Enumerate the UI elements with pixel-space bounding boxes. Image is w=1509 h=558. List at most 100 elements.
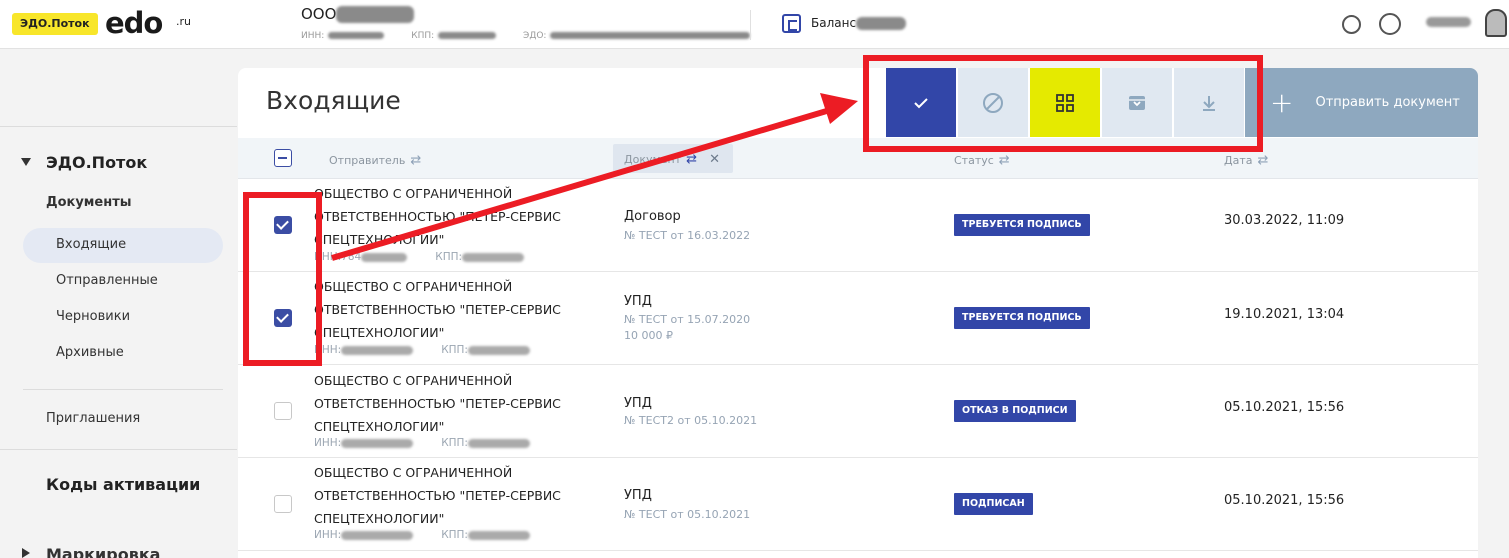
inn-label: ИНН: [314,437,342,449]
column-header-sender[interactable]: Отправитель ⇄ [329,153,421,168]
redacted-inn [328,32,385,39]
sender-line: СПЕЦТЕХНОЛОГИИ" [314,232,445,247]
sender-meta: ИНН: КПП: [314,529,530,541]
edo-label: ЭДО: [523,31,547,41]
balance-label: Баланс [811,16,857,30]
kpp-label: КПП: [441,437,468,449]
sender-line: ОТВЕТСТВЕННОСТЬЮ "ПЕТЕР-СЕРВИС [314,302,561,317]
sender-line: ОБЩЕСТВО С ОГРАНИЧЕННОЙ [314,186,513,201]
sender-line: СПЕЦТЕХНОЛОГИИ" [314,419,445,434]
status-badge: ТРЕБУЕТСЯ ПОДПИСЬ [954,307,1090,329]
kpp-label: КПП: [435,251,463,263]
sidebar-item-sent[interactable]: Отправленные [56,273,158,288]
sidebar-item-incoming[interactable]: Входящие [56,237,126,252]
status-badge: ПОДПИСАН [954,493,1033,515]
redacted-edo-id [550,32,751,39]
page-title: Входящие [266,86,401,115]
document-date: 05.10.2021, 15:56 [1224,400,1345,415]
status-badge: ТРЕБУЕТСЯ ПОДПИСЬ [954,214,1090,236]
redacted-inn [341,345,414,355]
kpp-label: КПП: [411,31,435,41]
sign-button[interactable] [886,68,956,137]
user-name[interactable] [1426,15,1471,28]
sender-line: ОБЩЕСТВО С ОГРАНИЧЕННОЙ [314,465,513,480]
send-document-button[interactable]: + Отправить документ [1245,68,1478,137]
caret-right-icon[interactable] [22,548,30,558]
sort-icon: ⇄ [1257,153,1269,168]
date-header-label: Дата [1224,154,1253,167]
column-header-date[interactable]: Дата ⇄ [1224,153,1268,168]
sender-line: ОТВЕТСТВЕННОСТЬЮ "ПЕТЕР-СЕРВИС [314,396,561,411]
row-checkbox[interactable] [274,495,292,513]
sort-icon: ⇄ [410,153,422,168]
select-all-checkbox[interactable] [274,149,292,167]
redacted-org-name [336,6,415,23]
balance[interactable]: Баланс [811,16,907,30]
top-bar: ЭДО.Поток edo .ru ООО ИНН: КПП: ЭДО: Бал… [0,0,1509,49]
inn-label: ИНН: [314,344,342,356]
document-number: № ТЕСТ2 от 05.10.2021 [624,414,758,427]
document-type[interactable]: УПД [624,294,652,309]
document-date: 05.10.2021, 15:56 [1224,493,1345,508]
search-icon[interactable] [1342,15,1361,34]
document-number: № ТЕСТ от 15.07.2020 [624,313,751,326]
inn-label: ИНН:784 [314,251,362,263]
close-icon[interactable]: ✕ [709,152,720,167]
download-button[interactable] [1174,68,1244,137]
document-type[interactable]: Договор [624,209,681,224]
sort-icon: ⇄ [686,152,698,167]
sidebar-divider [23,389,223,390]
document-type[interactable]: УПД [624,488,652,503]
sidebar-item-activation-codes[interactable]: Коды активации [46,475,200,494]
row-checkbox[interactable] [274,216,292,234]
sender-name: ОБЩЕСТВО С ОГРАНИЧЕННОЙ ОТВЕТСТВЕННОСТЬЮ… [314,275,604,344]
download-icon [1203,95,1215,111]
qr-code-button[interactable] [1030,68,1100,137]
cancel-icon [983,92,1003,113]
sidebar-item-archived[interactable]: Архивные [56,345,124,360]
caret-down-icon[interactable] [21,158,31,166]
row-checkbox[interactable] [274,309,292,327]
sidebar-item-marking[interactable]: Маркировка [46,545,160,558]
sidebar-divider [0,449,237,450]
sidebar-item-drafts[interactable]: Черновики [56,309,130,324]
status-header-label: Статус [954,154,994,167]
sender-name: ОБЩЕСТВО С ОГРАНИЧЕННОЙ ОТВЕТСТВЕННОСТЬЮ… [314,461,604,530]
top-separator [750,10,751,40]
app-badge[interactable]: ЭДО.Поток [12,13,98,35]
column-header-document[interactable]: Документ ⇄ ✕ [624,152,720,167]
redacted-kpp [467,438,530,448]
sender-meta: ИНН: КПП: [314,437,530,449]
qr-code-icon [1056,93,1074,112]
sender-name: ОБЩЕСТВО С ОГРАНИЧЕННОЙ ОТВЕТСТВЕННОСТЬЮ… [314,369,604,438]
inn-label: ИНН: [314,529,342,541]
column-header-status[interactable]: Статус ⇄ [954,153,1010,168]
balance-icon [782,14,801,33]
sender-line: ОБЩЕСТВО С ОГРАНИЧЕННОЙ [314,373,513,388]
document-date: 19.10.2021, 13:04 [1224,307,1345,322]
check-icon [914,97,928,108]
redacted-inn [341,438,414,448]
sort-icon: ⇄ [998,153,1010,168]
row-checkbox[interactable] [274,402,292,420]
kpp-label: КПП: [441,344,468,356]
sidebar-item-invitations[interactable]: Приглашения [46,411,140,426]
status-badge: ОТКАЗ В ПОДПИСИ [954,400,1076,422]
avatar[interactable] [1485,9,1507,37]
archive-button[interactable] [1102,68,1172,137]
document-type[interactable]: УПД [624,396,652,411]
whatsapp-icon[interactable] [1379,13,1401,35]
redacted-kpp [467,530,530,540]
redacted-kpp [467,345,530,355]
redacted-kpp [438,32,497,39]
sender-line: ОТВЕТСТВЕННОСТЬЮ "ПЕТЕР-СЕРВИС [314,209,561,224]
edo-logo[interactable]: edo [105,7,163,39]
sender-meta: ИНН: КПП: [314,344,530,356]
sidebar-item-documents[interactable]: Документы [46,195,132,210]
org-name[interactable]: ООО [301,5,415,23]
sidebar-divider [0,126,237,127]
reject-button[interactable] [958,68,1028,137]
sidebar-section-edo-potok[interactable]: ЭДО.Поток [46,153,147,172]
redacted-balance [856,17,907,30]
redacted-user-name [1426,17,1471,27]
